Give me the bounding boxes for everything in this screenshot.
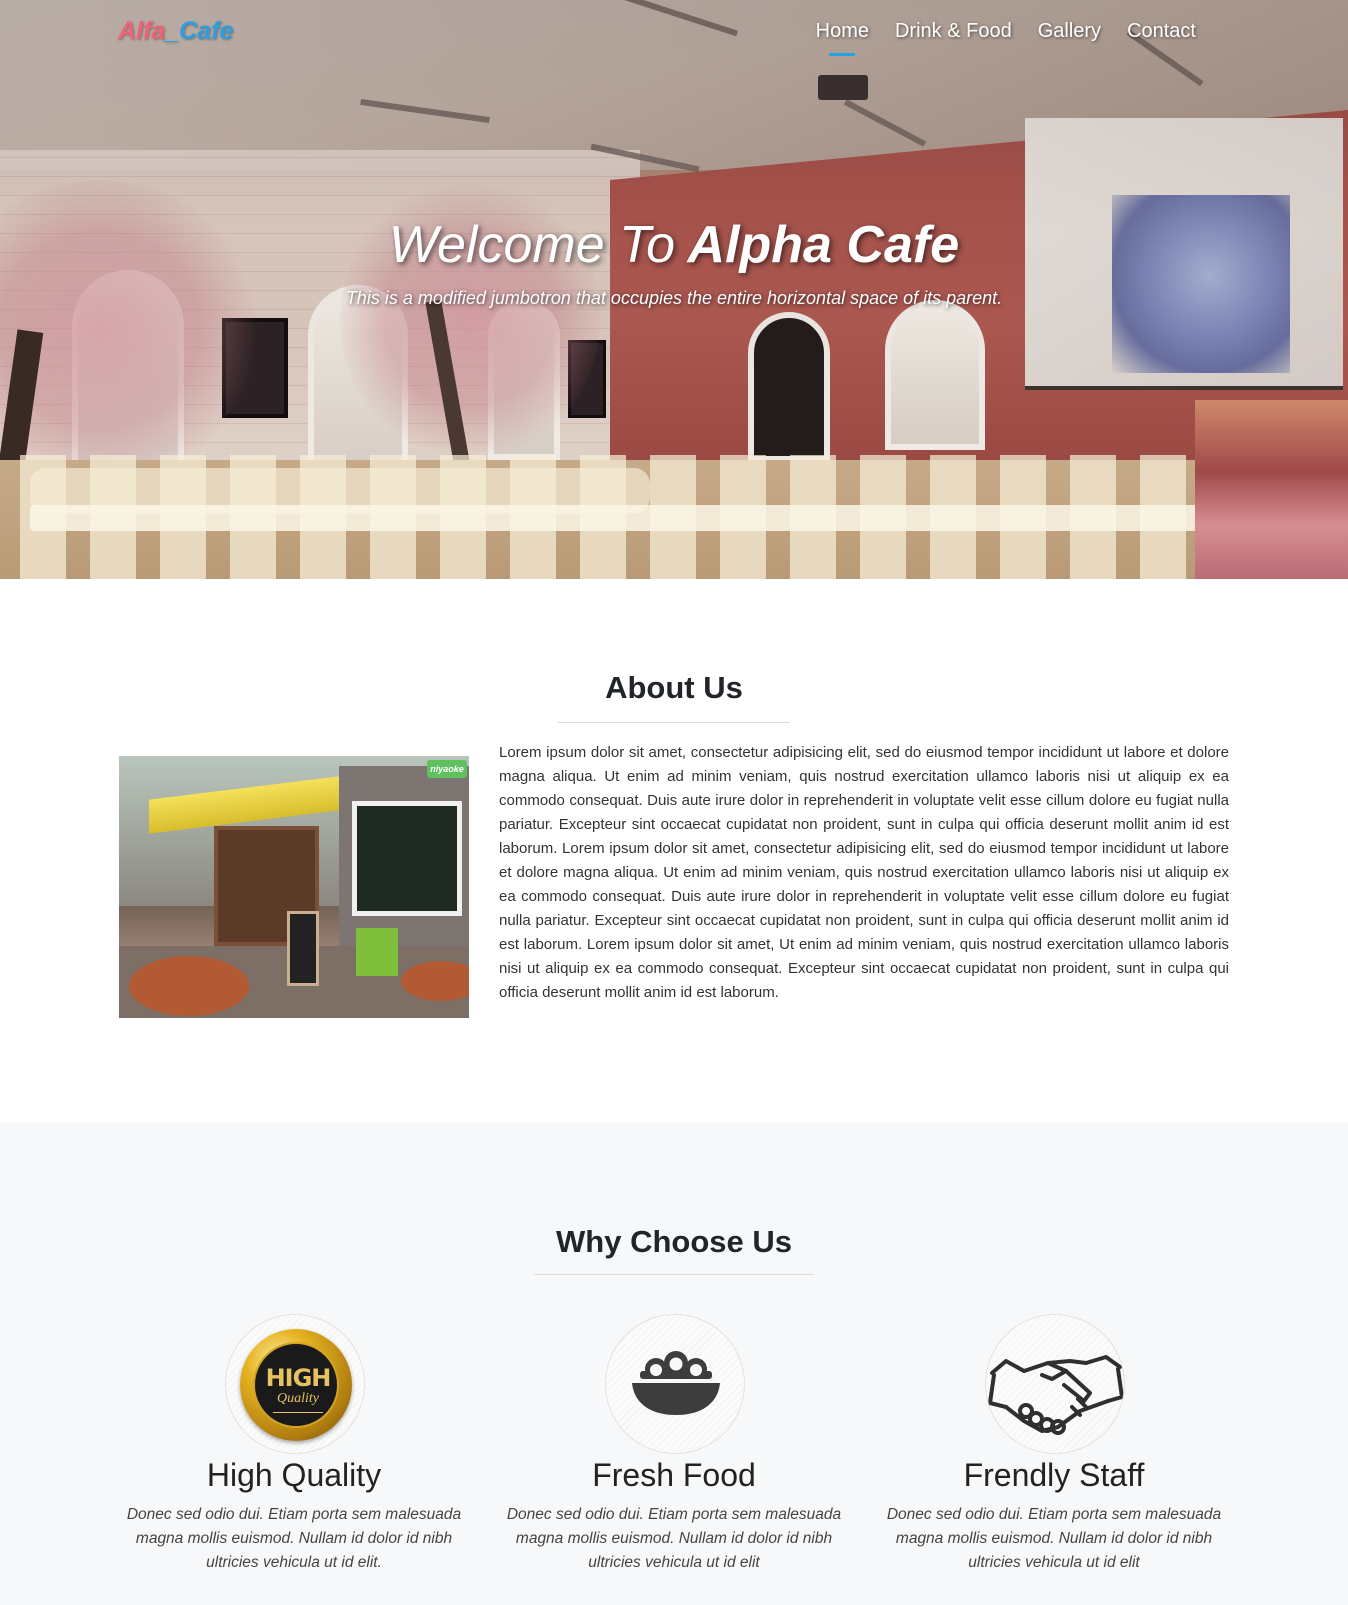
- handshake-svg: [988, 1355, 1124, 1435]
- nav-item-contact[interactable]: Contact: [1127, 20, 1196, 53]
- hero-subtitle: This is a modified jumbotron that occupi…: [345, 288, 1003, 308]
- handshake-icon: [985, 1314, 1125, 1454]
- main-nav: Home Drink & Food Gallery Contact: [816, 20, 1196, 53]
- about-title: About Us: [605, 670, 743, 705]
- brand-logo[interactable]: Alfa_Cafe: [118, 17, 233, 46]
- photo-chalkboard: [287, 911, 319, 986]
- badge-underline: [273, 1412, 323, 1413]
- high-quality-badge-icon: HIGH Quality: [225, 1314, 365, 1454]
- feature-title: Fresh Food: [592, 1457, 756, 1493]
- brand-part2: _Cafe: [165, 17, 234, 45]
- feature-title: High Quality: [206, 1457, 382, 1493]
- hero-title: Welcome To Alpha Cafe: [0, 215, 1348, 275]
- badge-text: HIGH: [265, 1364, 332, 1392]
- photo-watermark: niyaoke: [427, 760, 467, 778]
- feature-text: Donec sed odio dui. Etiam porta sem male…: [126, 1506, 462, 1571]
- food-bowl-icon: [605, 1314, 745, 1454]
- nav-item-drink-food[interactable]: Drink & Food: [895, 20, 1012, 53]
- about-cafe-photo: niyaoke: [119, 756, 469, 1018]
- nav-item-home[interactable]: Home: [816, 20, 869, 53]
- badge-gold-ring: HIGH Quality: [240, 1329, 352, 1441]
- feature-title: Frendly Staff: [963, 1457, 1145, 1493]
- hero-title-strong: Alpha Cafe: [687, 216, 960, 274]
- why-title-divider: [534, 1274, 814, 1275]
- photo-plants: [356, 928, 398, 976]
- about-title-divider: [558, 722, 790, 723]
- feature-text: Donec sed odio dui. Etiam porta sem male…: [886, 1506, 1222, 1571]
- badge-inner: HIGH Quality: [253, 1342, 339, 1428]
- photo-window: [352, 801, 462, 916]
- hero-jumbotron: Alfa_Cafe Home Drink & Food Gallery Cont…: [0, 0, 1348, 579]
- feature-text: Donec sed odio dui. Etiam porta sem male…: [506, 1506, 842, 1571]
- badge-script: Quality: [277, 1391, 319, 1406]
- nav-item-gallery[interactable]: Gallery: [1038, 20, 1101, 53]
- hero-title-lead: Welcome To: [388, 216, 675, 274]
- about-text: Lorem ipsum dolor sit amet, consectetur …: [499, 744, 1229, 1001]
- why-title: Why Choose Us: [556, 1224, 792, 1259]
- photo-table: [129, 956, 249, 1016]
- food-bowl-svg: [632, 1351, 720, 1415]
- brand-part1: Alfa: [118, 17, 166, 45]
